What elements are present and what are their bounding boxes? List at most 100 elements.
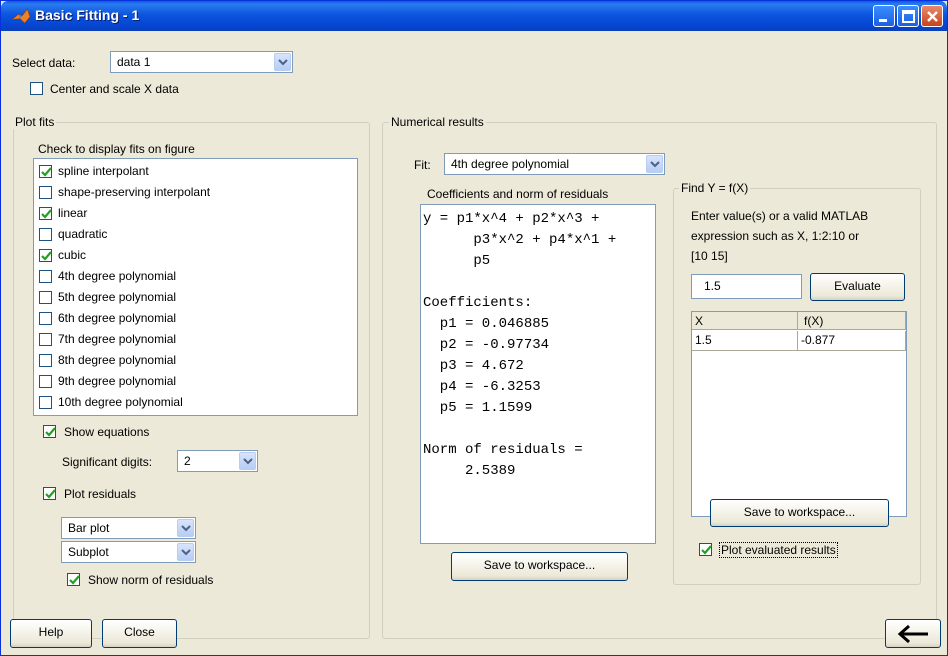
fit-checkbox[interactable] [39, 333, 52, 346]
close-button[interactable]: Close [102, 619, 177, 648]
fit-item-label: linear [58, 206, 88, 220]
basic-fitting-window: Basic Fitting - 1 Select data: data 1 Ce… [0, 0, 948, 656]
evaluate-label: Evaluate [834, 279, 881, 293]
title-bar[interactable]: Basic Fitting - 1 [1, 1, 947, 31]
fit-item-label: 5th degree polynomial [58, 290, 177, 304]
fits-instruction: Check to display fits on figure [38, 142, 195, 156]
find-y-title: Find Y = f(X) [679, 181, 751, 195]
residual-plot-type-value: Bar plot [68, 521, 110, 535]
significant-digits-dropdown[interactable]: 2 [177, 450, 258, 472]
back-button[interactable] [885, 619, 941, 648]
residual-plot-location-value: Subplot [68, 545, 109, 559]
fit-item-quadratic[interactable]: quadratic [34, 224, 357, 245]
residual-plot-type-dropdown[interactable]: Bar plot [61, 517, 196, 539]
maximize-button[interactable] [897, 5, 919, 27]
show-equations-checkbox[interactable] [43, 425, 56, 438]
fit-item-6th[interactable]: 6th degree polynomial [34, 308, 357, 329]
fit-item-label: shape-preserving interpolant [58, 185, 211, 199]
fit-item-7th[interactable]: 7th degree polynomial [34, 329, 357, 350]
fit-item-cubic[interactable]: cubic [34, 245, 357, 266]
fit-item-label: 4th degree polynomial [58, 269, 177, 283]
fit-checkbox[interactable] [39, 354, 52, 367]
coefficients-text: y = p1*x^4 + p2*x^3 + p3*x^2 + p4*x^1 + … [423, 211, 617, 479]
table-cell-x[interactable]: 1.5 [692, 331, 798, 351]
show-norm-label: Show norm of residuals [88, 573, 214, 587]
chevron-down-icon[interactable] [646, 155, 663, 173]
table-header-x[interactable]: X [692, 312, 798, 330]
help-label: Help [38, 625, 64, 639]
fit-checkbox[interactable] [39, 228, 52, 241]
fit-item-4th[interactable]: 4th degree polynomial [34, 266, 357, 287]
close-icon [927, 11, 938, 22]
table-cell-fx[interactable]: -0.877 [798, 331, 906, 351]
coefficients-textbox[interactable]: y = p1*x^4 + p2*x^3 + p3*x^2 + p4*x^1 + … [420, 204, 656, 544]
chevron-down-icon[interactable] [239, 452, 256, 470]
save-coefficients-button[interactable]: Save to workspace... [451, 552, 628, 581]
fit-checkbox[interactable] [39, 312, 52, 325]
x-value-input[interactable]: 1.5 [691, 274, 802, 299]
fit-checkbox[interactable] [39, 396, 52, 409]
save-evaluated-button[interactable]: Save to workspace... [710, 499, 889, 527]
fits-list[interactable]: spline interpolant shape-preserving inte… [33, 158, 358, 416]
find-y-instruction-2: expression such as X, 1:2:10 or [691, 229, 860, 243]
evaluate-button[interactable]: Evaluate [810, 273, 905, 301]
check-icon [45, 489, 56, 499]
fit-dropdown-value: 4th degree polynomial [451, 157, 570, 171]
x-value-text: 1.5 [704, 279, 721, 293]
center-scale-checkbox[interactable] [30, 82, 43, 95]
plot-residuals-checkbox[interactable] [43, 487, 56, 500]
table-header-fx[interactable]: f(X) [798, 312, 906, 330]
check-icon [41, 209, 52, 219]
fit-item-label: cubic [58, 248, 87, 262]
chevron-down-icon[interactable] [274, 53, 291, 71]
fit-checkbox[interactable] [39, 375, 52, 388]
maximize-icon [902, 10, 915, 23]
fit-item-8th[interactable]: 8th degree polynomial [34, 350, 357, 371]
close-window-button[interactable] [921, 5, 943, 27]
fit-dropdown[interactable]: 4th degree polynomial [444, 153, 665, 175]
significant-digits-value: 2 [184, 454, 191, 468]
fit-item-label: 8th degree polynomial [58, 353, 177, 367]
plot-evaluated-label: Plot evaluated results [719, 542, 838, 558]
arrow-left-icon [897, 624, 928, 644]
fit-item-10th[interactable]: 10th degree polynomial [34, 392, 357, 413]
results-table[interactable]: X f(X) 1.5 -0.877 [691, 311, 907, 517]
select-data-value: data 1 [117, 55, 151, 69]
fit-checkbox[interactable] [39, 291, 52, 304]
chevron-down-icon[interactable] [177, 519, 194, 537]
fit-checkbox[interactable] [39, 186, 52, 199]
minimize-button[interactable] [873, 5, 895, 27]
select-data-label: Select data: [12, 56, 76, 70]
show-norm-checkbox[interactable] [67, 573, 80, 586]
save-evaluated-label: Save to workspace... [743, 505, 856, 519]
fit-item-label: 6th degree polynomial [58, 311, 177, 325]
fit-checkbox[interactable] [39, 249, 52, 262]
fit-checkbox[interactable] [39, 207, 52, 220]
fit-checkbox[interactable] [39, 165, 52, 178]
check-icon [701, 545, 712, 555]
plot-fits-title: Plot fits [13, 115, 57, 129]
chevron-down-icon[interactable] [177, 543, 194, 561]
fit-item-label: 9th degree polynomial [58, 374, 177, 388]
fit-item-spline[interactable]: spline interpolant [34, 161, 357, 182]
fit-item-label: 10th degree polynomial [58, 395, 183, 409]
select-data-dropdown[interactable]: data 1 [110, 51, 293, 73]
residual-plot-location-dropdown[interactable]: Subplot [61, 541, 196, 563]
fit-item-5th[interactable]: 5th degree polynomial [34, 287, 357, 308]
fit-item-linear[interactable]: linear [34, 203, 357, 224]
check-icon [69, 575, 80, 585]
plot-evaluated-checkbox[interactable] [699, 543, 712, 556]
help-button[interactable]: Help [10, 619, 92, 648]
center-scale-label: Center and scale X data [50, 82, 179, 96]
fit-item-label: spline interpolant [58, 164, 149, 178]
fit-item-shape-preserving[interactable]: shape-preserving interpolant [34, 182, 357, 203]
check-icon [45, 427, 56, 437]
find-y-instruction-1: Enter value(s) or a valid MATLAB [691, 209, 869, 223]
fit-checkbox[interactable] [39, 270, 52, 283]
significant-digits-label: Significant digits: [62, 455, 153, 469]
fit-label: Fit: [414, 158, 431, 172]
save-coefficients-label: Save to workspace... [483, 558, 596, 572]
fit-item-9th[interactable]: 9th degree polynomial [34, 371, 357, 392]
fit-item-label: quadratic [58, 227, 108, 241]
find-y-instruction-3: [10 15] [691, 249, 728, 263]
